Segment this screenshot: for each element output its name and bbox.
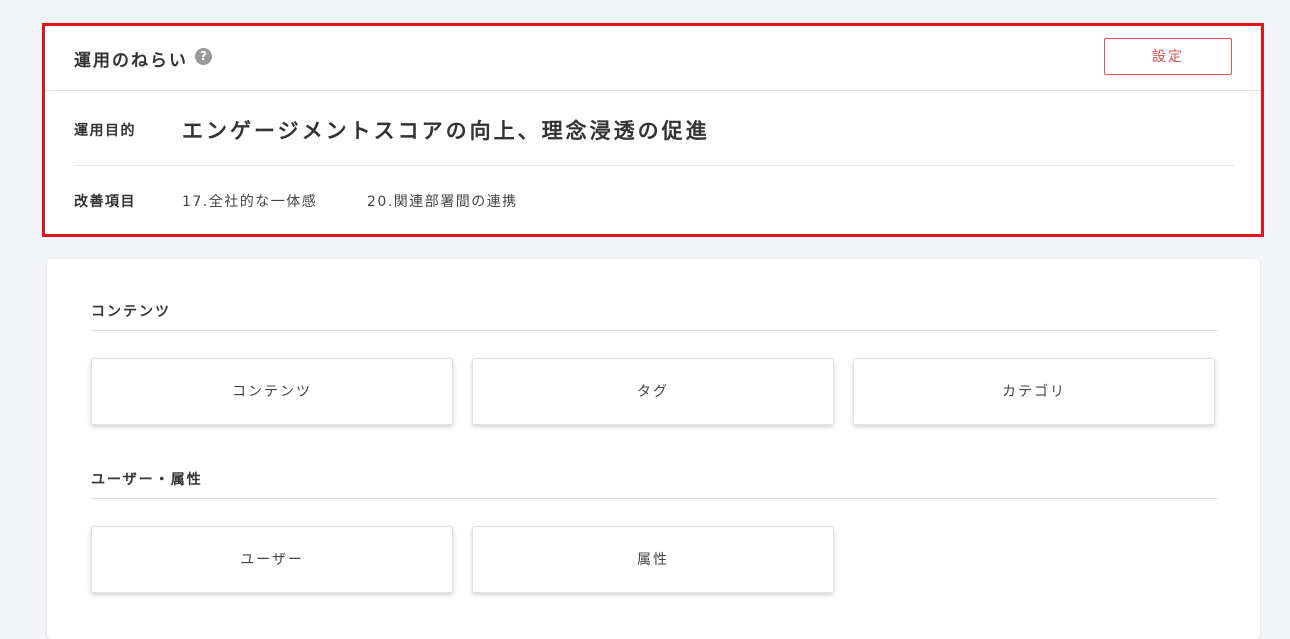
improvement-item: 20.関連部署間の連携 [367, 194, 518, 210]
purpose-label: 運用目的 [74, 123, 136, 139]
operation-aims-title: 運用のねらい [74, 51, 188, 71]
section-divider [91, 498, 1217, 499]
operation-aims-header: 運用のねらい ? 設定 [45, 26, 1261, 91]
management-menu-panel: コンテンツ コンテンツ タグ カテゴリ ユーザー・属性 ユーザー 属性 [47, 259, 1260, 639]
divider [74, 165, 1234, 166]
tags-tile[interactable]: タグ [472, 358, 834, 425]
settings-button[interactable]: 設定 [1104, 38, 1232, 75]
section-divider [91, 330, 1217, 331]
contents-tile[interactable]: コンテンツ [91, 358, 453, 425]
improvement-label: 改善項目 [74, 194, 136, 210]
improvement-item: 17.全社的な一体感 [182, 194, 318, 210]
users-tile[interactable]: ユーザー [91, 526, 453, 593]
attributes-tile[interactable]: 属性 [472, 526, 834, 593]
purpose-value: エンゲージメントスコアの向上、理念浸透の促進 [182, 119, 710, 143]
section-title-contents: コンテンツ [91, 304, 171, 320]
operation-aims-card: 運用のねらい ? 設定 運用目的 エンゲージメントスコアの向上、理念浸透の促進 … [42, 23, 1264, 237]
section-title-users-attributes: ユーザー・属性 [91, 472, 203, 488]
question-circle-icon[interactable]: ? [195, 48, 212, 65]
categories-tile[interactable]: カテゴリ [853, 358, 1215, 425]
